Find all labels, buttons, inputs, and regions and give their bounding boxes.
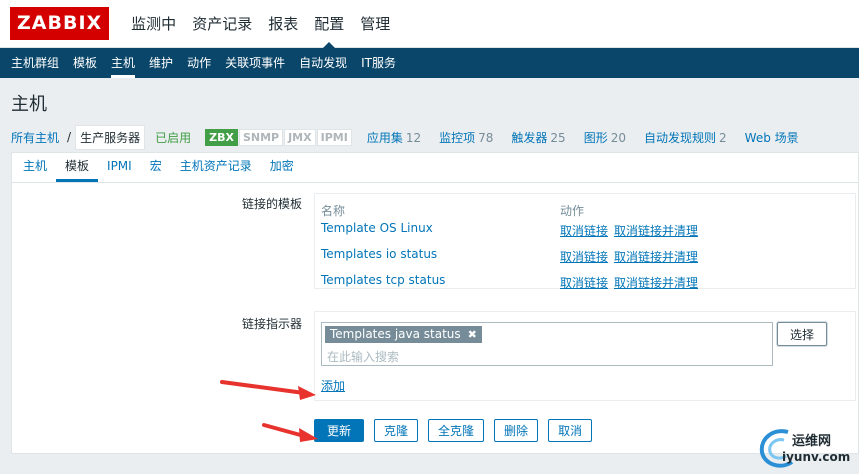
unlink-button[interactable]: 取消链接	[560, 222, 608, 239]
template-name-link[interactable]: Templates io status	[321, 247, 437, 261]
top-menu: 监测中 资产记录 报表 配置 管理	[123, 0, 398, 48]
availability-badges: ZBX SNMP JMX IPMI	[205, 128, 353, 146]
link-web-scenarios-label: Web 场景	[744, 130, 799, 145]
link-graphs-label: 图形	[583, 130, 608, 145]
top-bar: ZABBIX 监测中 资产记录 报表 配置 管理	[0, 0, 859, 48]
sub-menu-templates[interactable]: 模板	[66, 48, 104, 78]
tab-host[interactable]: 主机	[14, 152, 56, 182]
template-multiselect[interactable]: Templates java status ✖ 在此输入搜索	[321, 322, 773, 366]
breadcrumb-host: 生产服务器	[75, 124, 146, 150]
page-title: 主机	[11, 94, 47, 115]
sub-menu-it-services[interactable]: IT服务	[354, 48, 403, 78]
link-new-templates: Templates java status ✖ 在此输入搜索 选择 添加	[314, 311, 856, 401]
link-applications-count: 12	[405, 130, 422, 145]
link-triggers-count: 25	[550, 130, 566, 145]
link-triggers[interactable]: 触发器 25	[511, 129, 565, 146]
badge-ipmi: IPMI	[316, 128, 352, 146]
top-menu-administration[interactable]: 管理	[352, 0, 398, 48]
column-header-action: 动作	[560, 204, 585, 218]
selected-template-label: Templates java status	[330, 327, 461, 341]
tab-templates[interactable]: 模板	[56, 152, 99, 182]
templates-form: 链接的模板 名称 动作 Template OS Linux 取消链接 取消链接并…	[11, 182, 859, 454]
clone-button[interactable]: 克隆	[374, 419, 419, 442]
tab-inventory[interactable]: 主机资产记录	[171, 152, 261, 182]
link-applications-label: 应用集	[366, 130, 403, 145]
cancel-button[interactable]: 取消	[548, 419, 593, 442]
form-buttons: 更新 克隆 全克隆 删除 取消	[314, 419, 602, 442]
linked-templates-table: 名称 动作 Template OS Linux 取消链接 取消链接并清理 Tem…	[314, 193, 856, 291]
watermark-url: iyunv.com	[782, 450, 851, 464]
link-applications[interactable]: 应用集 12	[367, 129, 421, 146]
annotation-arrow-add	[220, 380, 316, 400]
watermark-text: 运维网	[792, 434, 832, 449]
link-indicator-label: 链接指示器	[241, 317, 302, 331]
tab-encryption[interactable]: 加密	[261, 152, 303, 182]
add-template-link[interactable]: 添加	[321, 377, 345, 394]
selected-template-chip: Templates java status ✖	[325, 326, 482, 343]
full-clone-button[interactable]: 全克隆	[428, 419, 485, 442]
host-status-enabled[interactable]: 已启用	[155, 129, 191, 146]
watermark: 运维网 iyunv.com	[752, 424, 859, 474]
breadcrumb-all-hosts[interactable]: 所有主机	[11, 129, 59, 146]
link-items[interactable]: 监控项 78	[439, 129, 493, 146]
select-button[interactable]: 选择	[777, 322, 827, 346]
tab-macros[interactable]: 宏	[141, 152, 171, 182]
linked-templates-label: 链接的模板	[241, 197, 302, 211]
badge-zbx: ZBX	[205, 128, 238, 146]
unlink-button[interactable]: 取消链接	[560, 274, 608, 291]
link-web-scenarios[interactable]: Web 场景	[745, 129, 799, 146]
template-name-link[interactable]: Templates tcp status	[321, 273, 445, 287]
top-menu-inventory[interactable]: 资产记录	[184, 0, 260, 48]
form-tabs: 主机 模板 IPMI 宏 主机资产记录 加密	[11, 152, 859, 182]
top-menu-reports[interactable]: 报表	[260, 0, 306, 48]
link-graphs-count: 20	[610, 130, 626, 145]
link-items-label: 监控项	[439, 130, 476, 145]
unlink-and-clear-button[interactable]: 取消链接并清理	[614, 274, 698, 291]
link-graphs[interactable]: 图形 20	[584, 129, 626, 146]
unlink-and-clear-button[interactable]: 取消链接并清理	[614, 248, 698, 265]
badge-snmp: SNMP	[238, 128, 284, 146]
tab-ipmi[interactable]: IPMI	[98, 152, 141, 182]
sub-menu: 主机群组 模板 主机 维护 动作 关联项事件 自动发现 IT服务	[0, 48, 859, 78]
delete-button[interactable]: 删除	[494, 419, 539, 442]
breadcrumb: 所有主机 / 生产服务器 已启用 ZBX SNMP JMX IPMI 应用集 12…	[0, 122, 859, 152]
sub-menu-discovery[interactable]: 自动发现	[292, 48, 354, 78]
unlink-button[interactable]: 取消链接	[560, 248, 608, 265]
zabbix-logo[interactable]: ZABBIX	[10, 7, 110, 40]
link-discovery-rules[interactable]: 自动发现规则 2	[644, 129, 727, 146]
column-header-name: 名称	[321, 204, 346, 218]
sub-menu-actions[interactable]: 动作	[180, 48, 218, 78]
template-name-link[interactable]: Template OS Linux	[321, 221, 433, 235]
sub-menu-host-groups[interactable]: 主机群组	[4, 48, 66, 78]
link-discovery-rules-count: 2	[719, 130, 727, 145]
link-discovery-rules-label: 自动发现规则	[644, 130, 717, 145]
breadcrumb-separator: /	[67, 130, 72, 144]
sub-menu-maintenance[interactable]: 维护	[142, 48, 180, 78]
top-menu-configuration[interactable]: 配置	[306, 0, 352, 48]
link-items-count: 78	[478, 130, 494, 145]
annotation-arrow-update	[262, 423, 318, 442]
remove-chip-icon[interactable]: ✖	[468, 328, 477, 341]
top-menu-monitoring[interactable]: 监测中	[123, 0, 184, 48]
template-search-input[interactable]: 在此输入搜索	[327, 348, 399, 365]
sub-menu-hosts[interactable]: 主机	[104, 48, 142, 78]
unlink-and-clear-button[interactable]: 取消链接并清理	[614, 222, 698, 239]
link-triggers-label: 触发器	[511, 130, 548, 145]
badge-jmx: JMX	[284, 128, 316, 146]
sub-menu-event-correlation[interactable]: 关联项事件	[218, 48, 292, 78]
